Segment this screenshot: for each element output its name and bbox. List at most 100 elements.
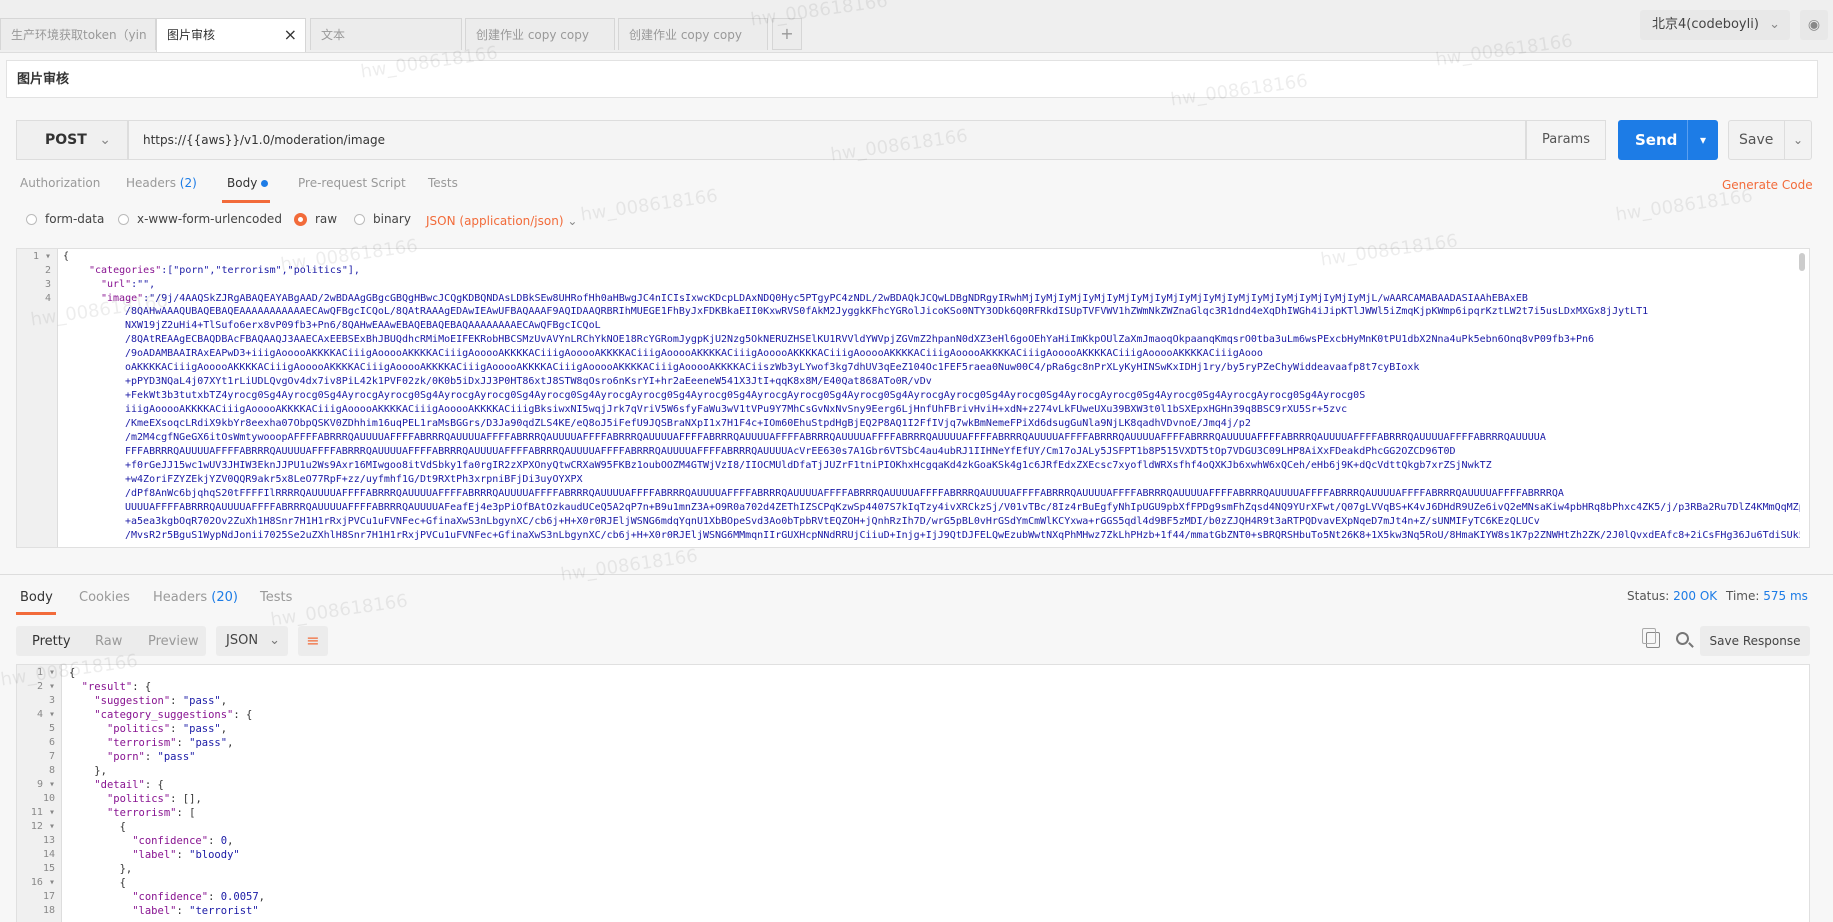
line-number: 8 <box>48 765 55 776</box>
response-code-line: "label": "terrorist" <box>132 905 259 917</box>
active-tab-underline <box>222 200 270 203</box>
response-code-line: "politics": "pass", <box>106 723 228 735</box>
params-button[interactable]: Params <box>1526 120 1606 160</box>
content-type-label: JSON (application/json) <box>426 214 564 228</box>
environment-label: 北京4(codeboyli) <box>1652 17 1759 32</box>
eye-icon[interactable]: ◉ <box>1800 10 1828 40</box>
radio-icon <box>26 214 37 225</box>
status-label: Status: <box>1627 589 1670 603</box>
code-line: "url":"", <box>101 279 155 290</box>
radio-form-data[interactable]: form-data <box>26 212 104 226</box>
tab-label: Headers <box>153 590 208 605</box>
tab-create-job-2[interactable]: 创建作业 copy copy <box>618 18 768 50</box>
radio-label: x-www-form-urlencoded <box>137 212 282 226</box>
method-select[interactable]: POST ⌄ <box>16 120 128 160</box>
radio-raw[interactable]: raw <box>294 212 337 226</box>
radio-icon <box>118 214 129 225</box>
json-value: :"/9j/4AAQSkZJRgABAQEAYABgAAD/2wBDAAgGBg… <box>143 293 1528 304</box>
watermark: hw_008618166 <box>559 545 699 586</box>
tab-token[interactable]: 生产环境获取token（yin <box>0 18 156 50</box>
vertical-scrollbar[interactable] <box>1799 253 1805 271</box>
line-number: 10 <box>42 793 55 804</box>
line-number: 11 ▾ <box>30 807 55 818</box>
pretty-button[interactable]: Pretty <box>32 634 71 649</box>
base64-line: /dPf8AnWc6bjqhqS20tFFFFIlRRRRQAUUUUAFFFF… <box>125 488 1564 499</box>
line-number: 7 <box>48 751 55 762</box>
send-label: Send <box>1635 131 1678 149</box>
chevron-down-icon: ⌄ <box>567 214 578 228</box>
line-number: 14 <box>42 849 55 860</box>
radio-label: raw <box>315 212 338 226</box>
response-tab-body[interactable]: Body <box>20 590 53 605</box>
wrap-lines-icon[interactable]: ≡ <box>298 626 328 656</box>
base64-line: /8QAtREAAgECBAQDBAcFBAQAAQJ3AAECAxEEBSEx… <box>125 334 1595 345</box>
time-value: 575 ms <box>1763 589 1808 603</box>
line-number: 15 <box>42 863 55 874</box>
tab-text[interactable]: 文本 <box>310 18 462 50</box>
json-key: "url" <box>101 279 132 290</box>
raw-button[interactable]: Raw <box>95 634 122 649</box>
response-code-line: }, <box>69 863 133 875</box>
base64-line: oAKKKKACiiigAooooAKKKKACiiigAooooAKKKKAC… <box>125 362 1420 373</box>
send-button[interactable]: Send ▾ <box>1618 120 1718 160</box>
tab-label: 创建作业 copy copy <box>476 28 589 42</box>
radio-icon <box>354 214 365 225</box>
response-code-line: { <box>69 821 126 833</box>
tab-label: 图片审核 <box>167 28 216 42</box>
radio-label: form-data <box>45 212 105 226</box>
line-number: 5 <box>48 723 55 734</box>
tab-authorization[interactable]: Authorization <box>20 176 100 190</box>
base64-line: +w4ZoriFZYZEkjYZV0QQR9akr5x8LeO77RpF+zz/… <box>125 474 583 485</box>
response-code-line: "label": "bloody" <box>132 849 240 861</box>
response-code-line: { <box>69 877 126 889</box>
radio-urlencoded[interactable]: x-www-form-urlencoded <box>118 212 282 226</box>
preview-button[interactable]: Preview <box>148 634 199 649</box>
radio-selected-icon <box>294 213 307 226</box>
watermark: hw_008618166 <box>579 185 719 226</box>
base64-line: iiigAooooAKKKKACiiigAooooAKKKKACiiigAooo… <box>125 404 1348 415</box>
base64-line: +f0rGeJJ15wc1wUV3JHIW3EknJJPU1u2Ws9Axr16… <box>125 460 1492 471</box>
line-number: 13 <box>42 835 55 846</box>
base64-line: +a5ea3kgbOqR702Ov2ZuXh1H8Snr7H1H1rRxjPVC… <box>125 516 1540 527</box>
response-code-line: "confidence": 0.0057, <box>132 891 265 903</box>
environment-select[interactable]: 北京4(codeboyli) ⌄ <box>1640 10 1790 40</box>
line-number: 1 ▾ <box>32 251 51 262</box>
tab-tests[interactable]: Tests <box>428 176 458 190</box>
line-number: 9 ▾ <box>36 779 55 790</box>
active-tab-underline <box>16 612 56 615</box>
content-type-select[interactable]: JSON (application/json) ⌄ <box>426 214 577 228</box>
tab-image-moderation[interactable]: 图片审核 × <box>156 18 306 52</box>
tab-headers[interactable]: Headers (2) <box>126 176 197 190</box>
response-code-line: "result": { <box>81 681 152 693</box>
search-icon[interactable] <box>1676 632 1689 645</box>
response-tab-headers[interactable]: Headers (20) <box>153 590 238 605</box>
line-number: 12 ▾ <box>30 821 55 832</box>
save-button[interactable]: Save ⌄ <box>1728 120 1812 160</box>
time-label: Time: <box>1726 589 1760 603</box>
response-code-line: "terrorism": [ <box>106 807 196 819</box>
line-number: 6 <box>48 737 55 748</box>
save-response-button[interactable]: Save Response <box>1700 626 1810 656</box>
send-dropdown-icon[interactable]: ▾ <box>1687 120 1718 160</box>
headers-count: (2) <box>179 176 197 190</box>
response-code-line: }, <box>69 765 107 777</box>
response-tab-tests[interactable]: Tests <box>260 590 292 605</box>
base64-line: +FekWt3b3tutxbTZ4yrocg0Sg4Ayrocg0Sg4Ayro… <box>125 390 1366 401</box>
response-code-line: "suggestion": "pass", <box>94 695 228 707</box>
tab-label: 文本 <box>321 28 346 42</box>
response-code-line: "detail": { <box>94 779 164 791</box>
tab-body[interactable]: Body <box>227 176 269 190</box>
response-format-select[interactable]: JSON ⌄ <box>216 626 288 656</box>
save-dropdown-icon[interactable]: ⌄ <box>1784 121 1811 159</box>
response-tab-cookies[interactable]: Cookies <box>79 590 130 605</box>
tab-label: Body <box>227 176 258 190</box>
chevron-down-icon: ⌄ <box>1769 17 1780 32</box>
copy-icon[interactable] <box>1642 628 1660 648</box>
url-input[interactable]: https://{{aws}}/v1.0/moderation/image <box>128 120 1526 160</box>
close-icon[interactable]: × <box>284 19 297 51</box>
request-body-editor[interactable]: 1 ▾ 2 3 4 { "categories":["porn","terror… <box>16 248 1810 548</box>
tab-pre-request-script[interactable]: Pre-request Script <box>298 176 406 190</box>
tab-label: 生产环境获取token（yin <box>11 28 147 42</box>
radio-binary[interactable]: binary <box>354 212 411 226</box>
code-line: "image":"/9j/4AAQSkZJRgABAQEAYABgAAD/2wB… <box>101 293 1528 304</box>
